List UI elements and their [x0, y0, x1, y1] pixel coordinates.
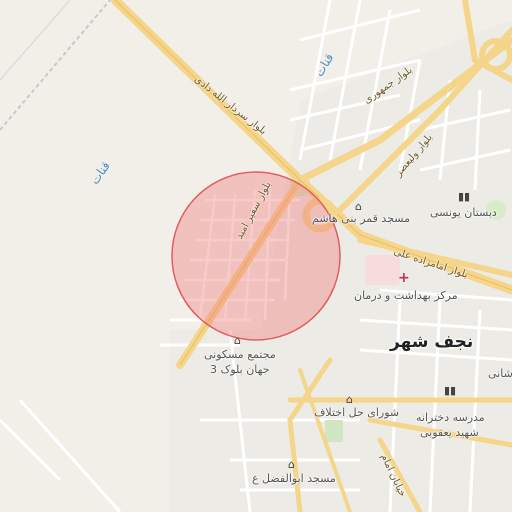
poi-health-center[interactable]: مرکز بهداشت و درمان: [354, 290, 458, 302]
poi-complex-line1[interactable]: مجتمع مسکونی: [204, 349, 276, 361]
poi-mosque-qamar[interactable]: مسجد قمر بنی هاشم: [312, 213, 410, 225]
school-icon[interactable]: ▮▮: [458, 190, 470, 203]
government-icon[interactable]: ⌂: [346, 393, 353, 406]
mosque-icon[interactable]: ⌂: [288, 458, 295, 471]
school-icon[interactable]: ▮▮: [444, 384, 456, 397]
hospital-icon[interactable]: +: [398, 270, 410, 286]
building-icon[interactable]: ⌂: [234, 334, 241, 347]
poi-council[interactable]: شورای حل اختلاف: [314, 407, 399, 419]
poi-girls-school-line1[interactable]: مدرسه دخترانه: [416, 412, 485, 424]
poi-complex-line2[interactable]: جهان بلوک 3: [210, 364, 270, 376]
poi-mosque-abolfazl[interactable]: مسجد ابوالفضل ع: [252, 473, 336, 485]
map-view[interactable]: قنات قنات بلوار سردار الله دادی بلوار جم…: [0, 0, 512, 512]
poi-girls-school-line2[interactable]: شهید یعقوبی: [420, 427, 479, 439]
poi-partial-label: شانی: [488, 367, 512, 380]
poi-school-younesi[interactable]: دبستان یونسی: [430, 207, 497, 219]
city-label: نجف شهر: [390, 332, 474, 352]
